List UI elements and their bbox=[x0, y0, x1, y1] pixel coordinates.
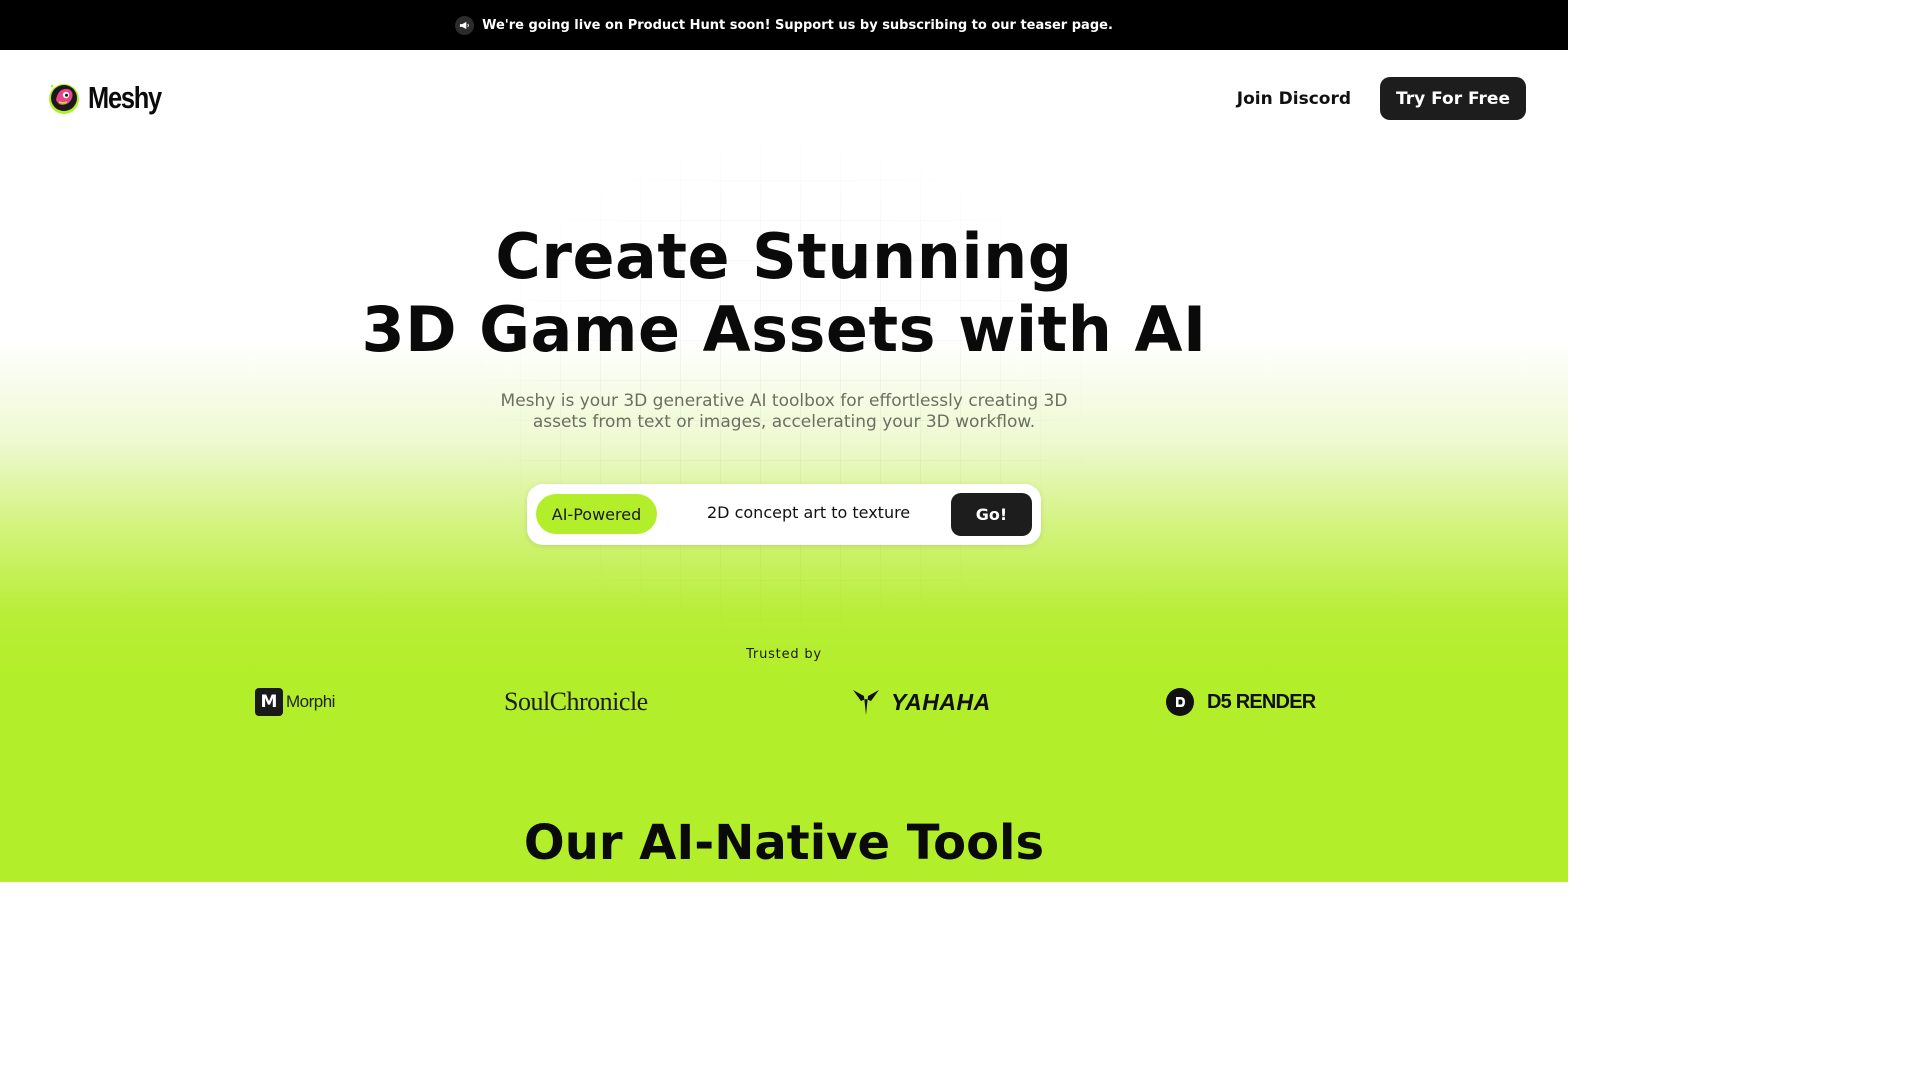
soulchronicle-logo: SoulChronicle bbox=[504, 684, 648, 720]
d5-render-logo-text: D5 RENDER bbox=[1207, 690, 1316, 713]
hero-headline: Create Stunning 3D Game Assets with AI bbox=[0, 220, 1568, 366]
morphi-logo: M Morphi bbox=[255, 684, 335, 720]
meshy-mascot-icon bbox=[49, 84, 79, 114]
soulchronicle-logo-text: SoulChronicle bbox=[504, 687, 648, 716]
d5-render-logo: D5 RENDER bbox=[1166, 684, 1316, 720]
headline-line-2: 3D Game Assets with AI bbox=[361, 293, 1207, 366]
yahaha-logo: YAHAHA bbox=[851, 684, 991, 720]
meshy-logo[interactable]: Meshy bbox=[46, 80, 177, 116]
yahaha-mark-icon bbox=[853, 690, 879, 715]
prompt-box: AI-Powered 2D concept art to texture Go! bbox=[527, 484, 1041, 545]
nav-actions: Join Discord Try For Free bbox=[1237, 77, 1526, 120]
announcement-text[interactable]: We're going live on Product Hunt soon! S… bbox=[482, 18, 1113, 33]
prompt-text[interactable]: 2D concept art to texture bbox=[707, 503, 910, 522]
try-for-free-button[interactable]: Try For Free bbox=[1380, 77, 1526, 120]
ai-powered-pill: AI-Powered bbox=[536, 494, 657, 534]
join-discord-link[interactable]: Join Discord bbox=[1237, 89, 1351, 109]
headline-line-1: Create Stunning bbox=[495, 220, 1073, 293]
logo-wordmark: Meshy bbox=[88, 80, 162, 115]
go-button[interactable]: Go! bbox=[951, 493, 1032, 536]
morphi-logo-text: Morphi bbox=[286, 692, 335, 711]
hero-subtitle: Meshy is your 3D generative AI toolbox f… bbox=[500, 391, 1068, 432]
trusted-by-label: Trusted by bbox=[746, 647, 822, 662]
megaphone-icon bbox=[455, 15, 475, 35]
yahaha-logo-text: YAHAHA bbox=[891, 688, 991, 715]
morphi-mark-icon: M bbox=[255, 688, 283, 716]
tools-section-heading: Our AI-Native Tools bbox=[523, 815, 1045, 871]
d5-mark-icon bbox=[1166, 688, 1194, 716]
announcement-bar[interactable]: We're going live on Product Hunt soon! S… bbox=[0, 0, 1568, 50]
hero-grid-pattern bbox=[480, 140, 1090, 630]
